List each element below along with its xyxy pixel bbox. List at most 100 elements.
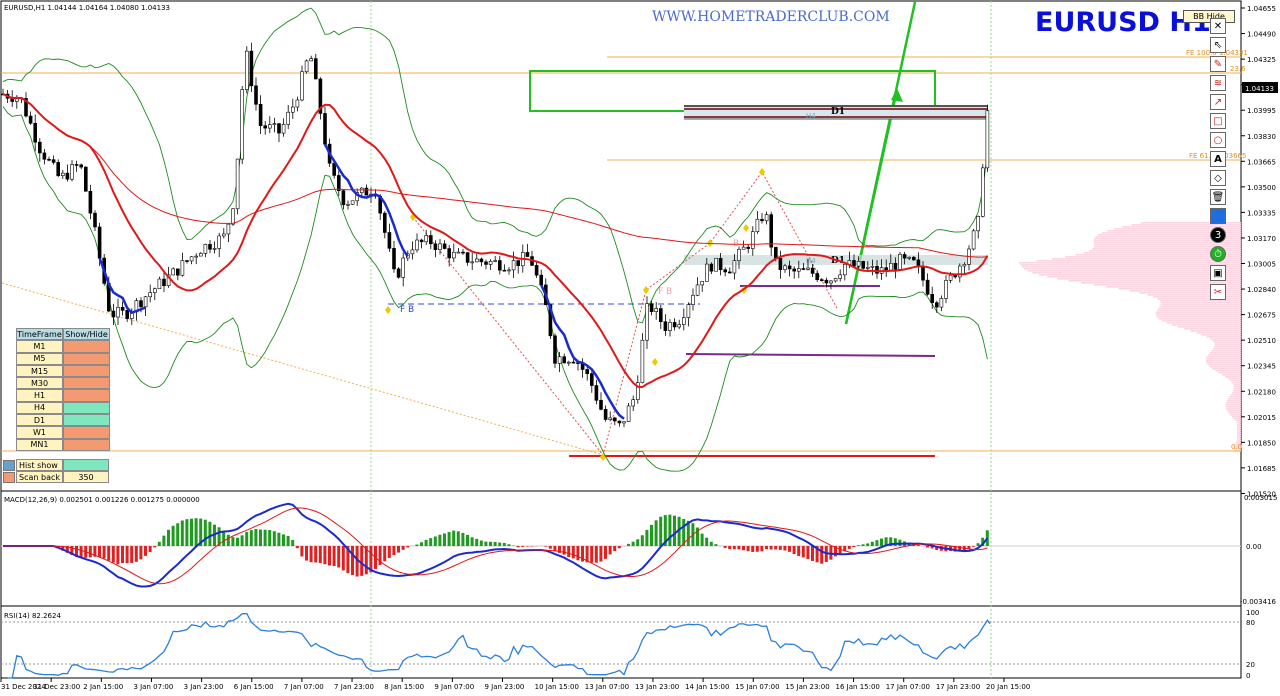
- time-label: 3 Jan 23:00: [184, 683, 224, 691]
- eraser-icon[interactable]: ◇: [1210, 170, 1226, 186]
- macd-hist-bar: [254, 528, 258, 546]
- scan-back-value[interactable]: 350: [63, 471, 109, 483]
- candle-body: [433, 243, 438, 250]
- bb-lower-line: [2, 106, 988, 472]
- candle-body: [971, 230, 976, 250]
- profile-bar: [1237, 438, 1241, 440]
- profile-bar: [1210, 338, 1241, 340]
- macd-hist-bar: [760, 546, 764, 552]
- scan-icon[interactable]: [3, 471, 15, 483]
- macd-hist-bar: [893, 538, 897, 546]
- text-icon[interactable]: A: [1210, 151, 1226, 167]
- cursor-icon[interactable]: ⇖: [1210, 37, 1226, 53]
- macd-hist-bar: [456, 531, 460, 546]
- candle-body: [245, 50, 249, 90]
- macd-hist-bar: [249, 530, 253, 546]
- candle-body: [801, 268, 806, 270]
- pen-icon[interactable]: ✎: [1210, 56, 1226, 72]
- bollinger-bands: [2, 7, 988, 472]
- tf-toggle-mn1[interactable]: [63, 438, 110, 451]
- profile-bar: [1155, 314, 1241, 316]
- macd-hist-bar: [125, 546, 129, 564]
- price-label: 1.03170: [1247, 235, 1276, 243]
- candle-body: [815, 273, 820, 280]
- macd-hist-bar: [176, 523, 180, 546]
- candle-body: [553, 335, 557, 364]
- macd-hist-bar: [475, 538, 479, 546]
- candle-body: [286, 111, 291, 125]
- candle-body: [382, 212, 387, 233]
- trash-icon[interactable]: 🗑: [1210, 189, 1226, 205]
- arrow-icon[interactable]: ↗: [1210, 94, 1226, 110]
- candle-body: [33, 122, 38, 143]
- tf-toggle-w1[interactable]: [63, 426, 110, 439]
- tf-toggle-d1[interactable]: [63, 414, 110, 427]
- scissors-icon[interactable]: ✂: [1210, 284, 1226, 300]
- candle-body: [176, 268, 180, 276]
- volume-profile: [1019, 222, 1241, 452]
- candle-body: [153, 288, 157, 293]
- profile-bar: [1206, 362, 1241, 364]
- tf-label-w1: W1: [16, 426, 63, 439]
- candle-body: [424, 235, 429, 243]
- arrow-head: [891, 88, 903, 102]
- hist-icon[interactable]: [3, 459, 15, 471]
- profile-bar: [1229, 396, 1241, 398]
- candle-body: [773, 246, 778, 259]
- macd-hist-bar: [208, 521, 212, 546]
- macd-hist-bar: [507, 544, 511, 546]
- candle-body: [663, 321, 668, 331]
- macd-hist-bar: [654, 520, 658, 546]
- candle-body: [84, 166, 88, 192]
- close-icon[interactable]: ✕: [1210, 18, 1226, 34]
- screenshot-icon[interactable]: ▣: [1210, 265, 1226, 281]
- macd-hist-bar: [314, 546, 318, 563]
- price-label: 1.04655: [1247, 5, 1276, 13]
- price-axis: 1.046551.044901.043251.041601.039951.038…: [1241, 5, 1276, 498]
- candle-body: [829, 280, 833, 284]
- rsi-line: [7, 612, 991, 679]
- profile-bar: [1207, 364, 1241, 366]
- profile-bar: [1237, 430, 1241, 432]
- profile-bar: [1222, 374, 1241, 376]
- profile-bar: [1231, 392, 1241, 394]
- waves-icon[interactable]: ≋: [1210, 75, 1226, 91]
- macd-hist-bar: [88, 546, 92, 558]
- candle-body: [668, 322, 672, 331]
- macd-hist-bar: [797, 546, 801, 557]
- rectangle-icon[interactable]: □: [1210, 113, 1226, 129]
- profile-bar: [1206, 336, 1241, 338]
- macd-hist-bar: [98, 546, 101, 557]
- macd-hist-bar: [700, 533, 704, 546]
- candle-body: [640, 339, 645, 383]
- circle-icon[interactable]: ○: [1210, 132, 1226, 148]
- candle-body: [97, 226, 102, 259]
- candle-body: [939, 298, 944, 308]
- tf-toggle-h4[interactable]: [63, 401, 110, 415]
- macd-hist-bar: [337, 546, 341, 568]
- macd-hist-bar: [397, 546, 400, 553]
- candlesticks: [1, 42, 990, 428]
- hist-show-toggle[interactable]: [63, 459, 109, 471]
- macd-hist-bar: [498, 542, 502, 546]
- macd-hist-bar: [259, 529, 262, 546]
- color-swatch-icon[interactable]: [1210, 208, 1226, 224]
- candle-body: [865, 266, 870, 269]
- tf-toggle-m15[interactable]: [63, 364, 110, 378]
- line-width-icon[interactable]: 3: [1210, 227, 1226, 243]
- macd-hist-bar: [203, 519, 207, 546]
- tf-toggle-h1[interactable]: [63, 389, 110, 402]
- h4-label-top: H4: [806, 112, 816, 120]
- tf-toggle-m30[interactable]: [63, 377, 110, 390]
- candle-body: [74, 164, 79, 166]
- tf-toggle-m5[interactable]: [63, 352, 110, 365]
- candle-body: [157, 278, 162, 290]
- candle-body: [208, 244, 212, 250]
- macd-hist-bar: [732, 546, 736, 550]
- clock-icon[interactable]: ⏱: [1210, 246, 1226, 262]
- candle-body: [893, 262, 898, 270]
- macd-hist-bar: [590, 546, 594, 563]
- tf-toggle-m1[interactable]: [63, 340, 110, 353]
- candle-body: [562, 356, 567, 364]
- candle-body: [737, 248, 741, 261]
